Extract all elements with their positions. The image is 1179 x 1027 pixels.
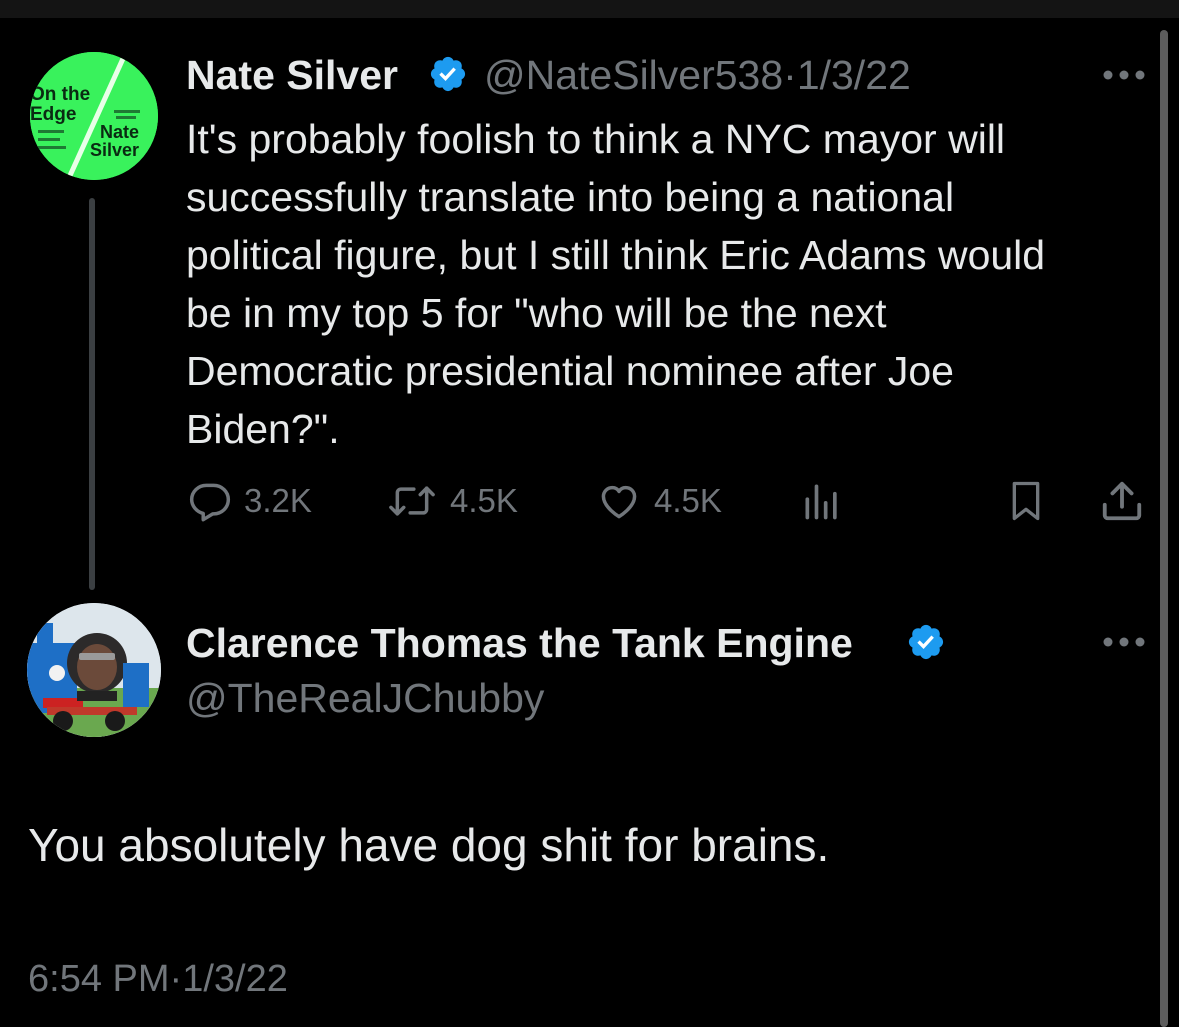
scrollbar[interactable]: [1160, 30, 1168, 1027]
author-name[interactable]: Clarence Thomas the Tank Engine: [186, 620, 853, 667]
repost-count: 4.5K: [450, 482, 518, 519]
tank-engine-avatar-image: [27, 603, 161, 737]
bookmark-icon: [1012, 481, 1040, 521]
avatar-text-line1: On the: [30, 84, 90, 105]
tweet-date[interactable]: 1/3/22: [797, 52, 911, 98]
like-icon: [601, 485, 637, 519]
dot-separator: ·: [169, 958, 183, 1000]
repost-icon: [389, 486, 435, 516]
more-icon[interactable]: [1102, 68, 1146, 82]
author-handle[interactable]: @TheRealJChubby: [186, 675, 544, 722]
tweet-date[interactable]: 1/3/22: [182, 958, 288, 1000]
author-handle[interactable]: @NateSilver538: [484, 52, 783, 98]
verified-badge-icon: [908, 624, 944, 660]
views-button[interactable]: [800, 478, 844, 524]
avatar-nate-silver[interactable]: On the Edge Nate Silver: [30, 52, 158, 180]
tweet-text-line: Biden?".: [186, 406, 340, 452]
repost-button[interactable]: 4.5K: [386, 478, 518, 524]
thread-connector-line: [89, 198, 95, 590]
share-button[interactable]: [1099, 478, 1145, 524]
reply-button[interactable]: 3.2K: [188, 478, 312, 524]
views-icon: [805, 484, 837, 520]
reply-tweet-text: You absolutely have dog shit for brains.: [28, 819, 830, 871]
handle-and-date[interactable]: @NateSilver538·1/3/22: [484, 52, 911, 99]
reply-count: 3.2K: [244, 482, 312, 519]
reply-icon: [189, 483, 231, 522]
verified-badge-icon: [430, 56, 466, 92]
like-count: 4.5K: [654, 482, 722, 519]
tweet-text: It's probably foolish to think a NYC may…: [186, 110, 1156, 458]
tweet-timestamp[interactable]: 6:54 PM·1/3/22: [28, 958, 288, 1001]
tweet-time[interactable]: 6:54 PM: [28, 958, 170, 1000]
book-cover-avatar-image: On the Edge Nate Silver: [30, 52, 158, 180]
share-icon: [1102, 481, 1142, 521]
avatar-clarence-thomas-tank-engine[interactable]: [27, 603, 161, 737]
tweet-text-line: political figure, but I still think Eric…: [186, 232, 1046, 278]
avatar-text-line3: Nate: [100, 122, 139, 142]
tweet-text-line: It's probably foolish to think a NYC may…: [186, 116, 1006, 162]
top-status-bar: [0, 0, 1179, 18]
author-name[interactable]: Nate Silver: [186, 52, 398, 99]
avatar-text-line4: Silver: [90, 140, 139, 160]
dot-separator: ·: [783, 52, 797, 98]
avatar-text-line2: Edge: [30, 104, 76, 125]
like-button[interactable]: 4.5K: [596, 478, 722, 524]
more-icon[interactable]: [1102, 635, 1146, 649]
tweet-text-line: successfully translate into being a nati…: [186, 174, 955, 220]
bookmark-button[interactable]: [1006, 478, 1046, 524]
tweet-text-line: be in my top 5 for "who will be the next: [186, 290, 887, 336]
tweet-text-line: Democratic presidential nominee after Jo…: [186, 348, 954, 394]
